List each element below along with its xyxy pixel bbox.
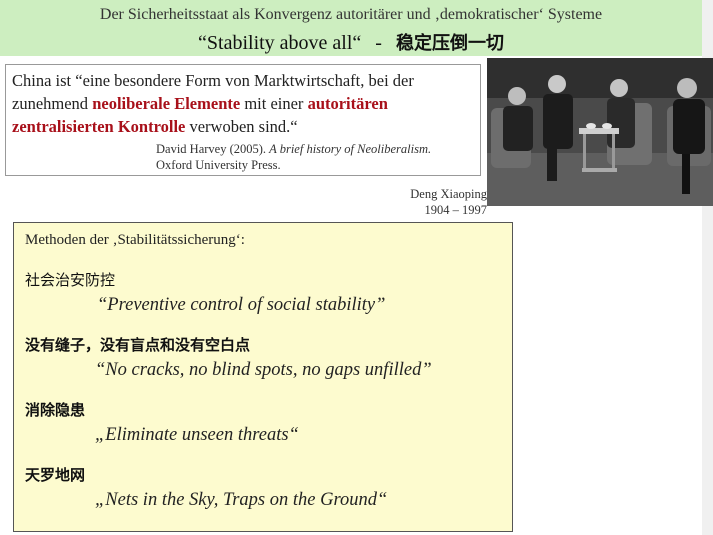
subtitle-chinese: 稳定压倒一切 (395, 33, 504, 54)
method-english-1: “Preventive control of social stability” (97, 295, 386, 315)
quote-citation: David Harvey (2005). A brief history of … (156, 141, 431, 173)
method-chinese-2: 没有缝子，没有盲点和没有空白点 (25, 336, 251, 354)
historical-photo (487, 58, 713, 206)
method-chinese-4: 天罗地网 (25, 466, 86, 484)
quote-emphasis-1: neoliberale Elemente (92, 94, 241, 113)
citation-publisher: Oxford University Press. (156, 158, 281, 172)
quote-part-3: verwoben sind.“ (185, 117, 298, 136)
method-english-2: “No cracks, no blind spots, no gaps unfi… (95, 360, 432, 380)
slide-title: Der Sicherheitsstaat als Konvergenz auto… (99, 6, 603, 23)
method-english-3: „Eliminate unseen threats“ (95, 425, 299, 445)
subtitle-separator: - (375, 32, 382, 54)
citation-title: A brief history of Neoliberalism. (269, 142, 432, 156)
method-english-4: „Nets in the Sky, Traps on the Ground“ (95, 490, 388, 510)
method-chinese-3: 消除隐患 (25, 401, 86, 419)
photo-caption: Deng Xiaoping 1904 – 1997 (395, 186, 487, 218)
subtitle-english: “Stability above all“ (198, 32, 362, 54)
citation-author: David Harvey (2005). (156, 142, 270, 156)
methods-heading: Methoden der ‚Stabilitätssicherung‘: (25, 232, 245, 248)
quote-text: China ist “eine besondere Form von Markt… (12, 69, 478, 138)
quote-box: China ist “eine besondere Form von Markt… (5, 64, 481, 176)
method-chinese-1: 社会治安防控 (25, 271, 116, 289)
methods-box: Methoden der ‚Stabilitätssicherung‘: 社会治… (13, 222, 513, 532)
quote-part-2: mit einer (240, 94, 308, 113)
caption-name: Deng Xiaoping (410, 187, 487, 201)
photo-image (487, 58, 713, 206)
caption-years: 1904 – 1997 (424, 203, 488, 217)
slide-title-bar: Der Sicherheitsstaat als Konvergenz auto… (0, 0, 702, 56)
slide-subtitle: “Stability above all“ - 稳定压倒一切 (0, 29, 702, 55)
